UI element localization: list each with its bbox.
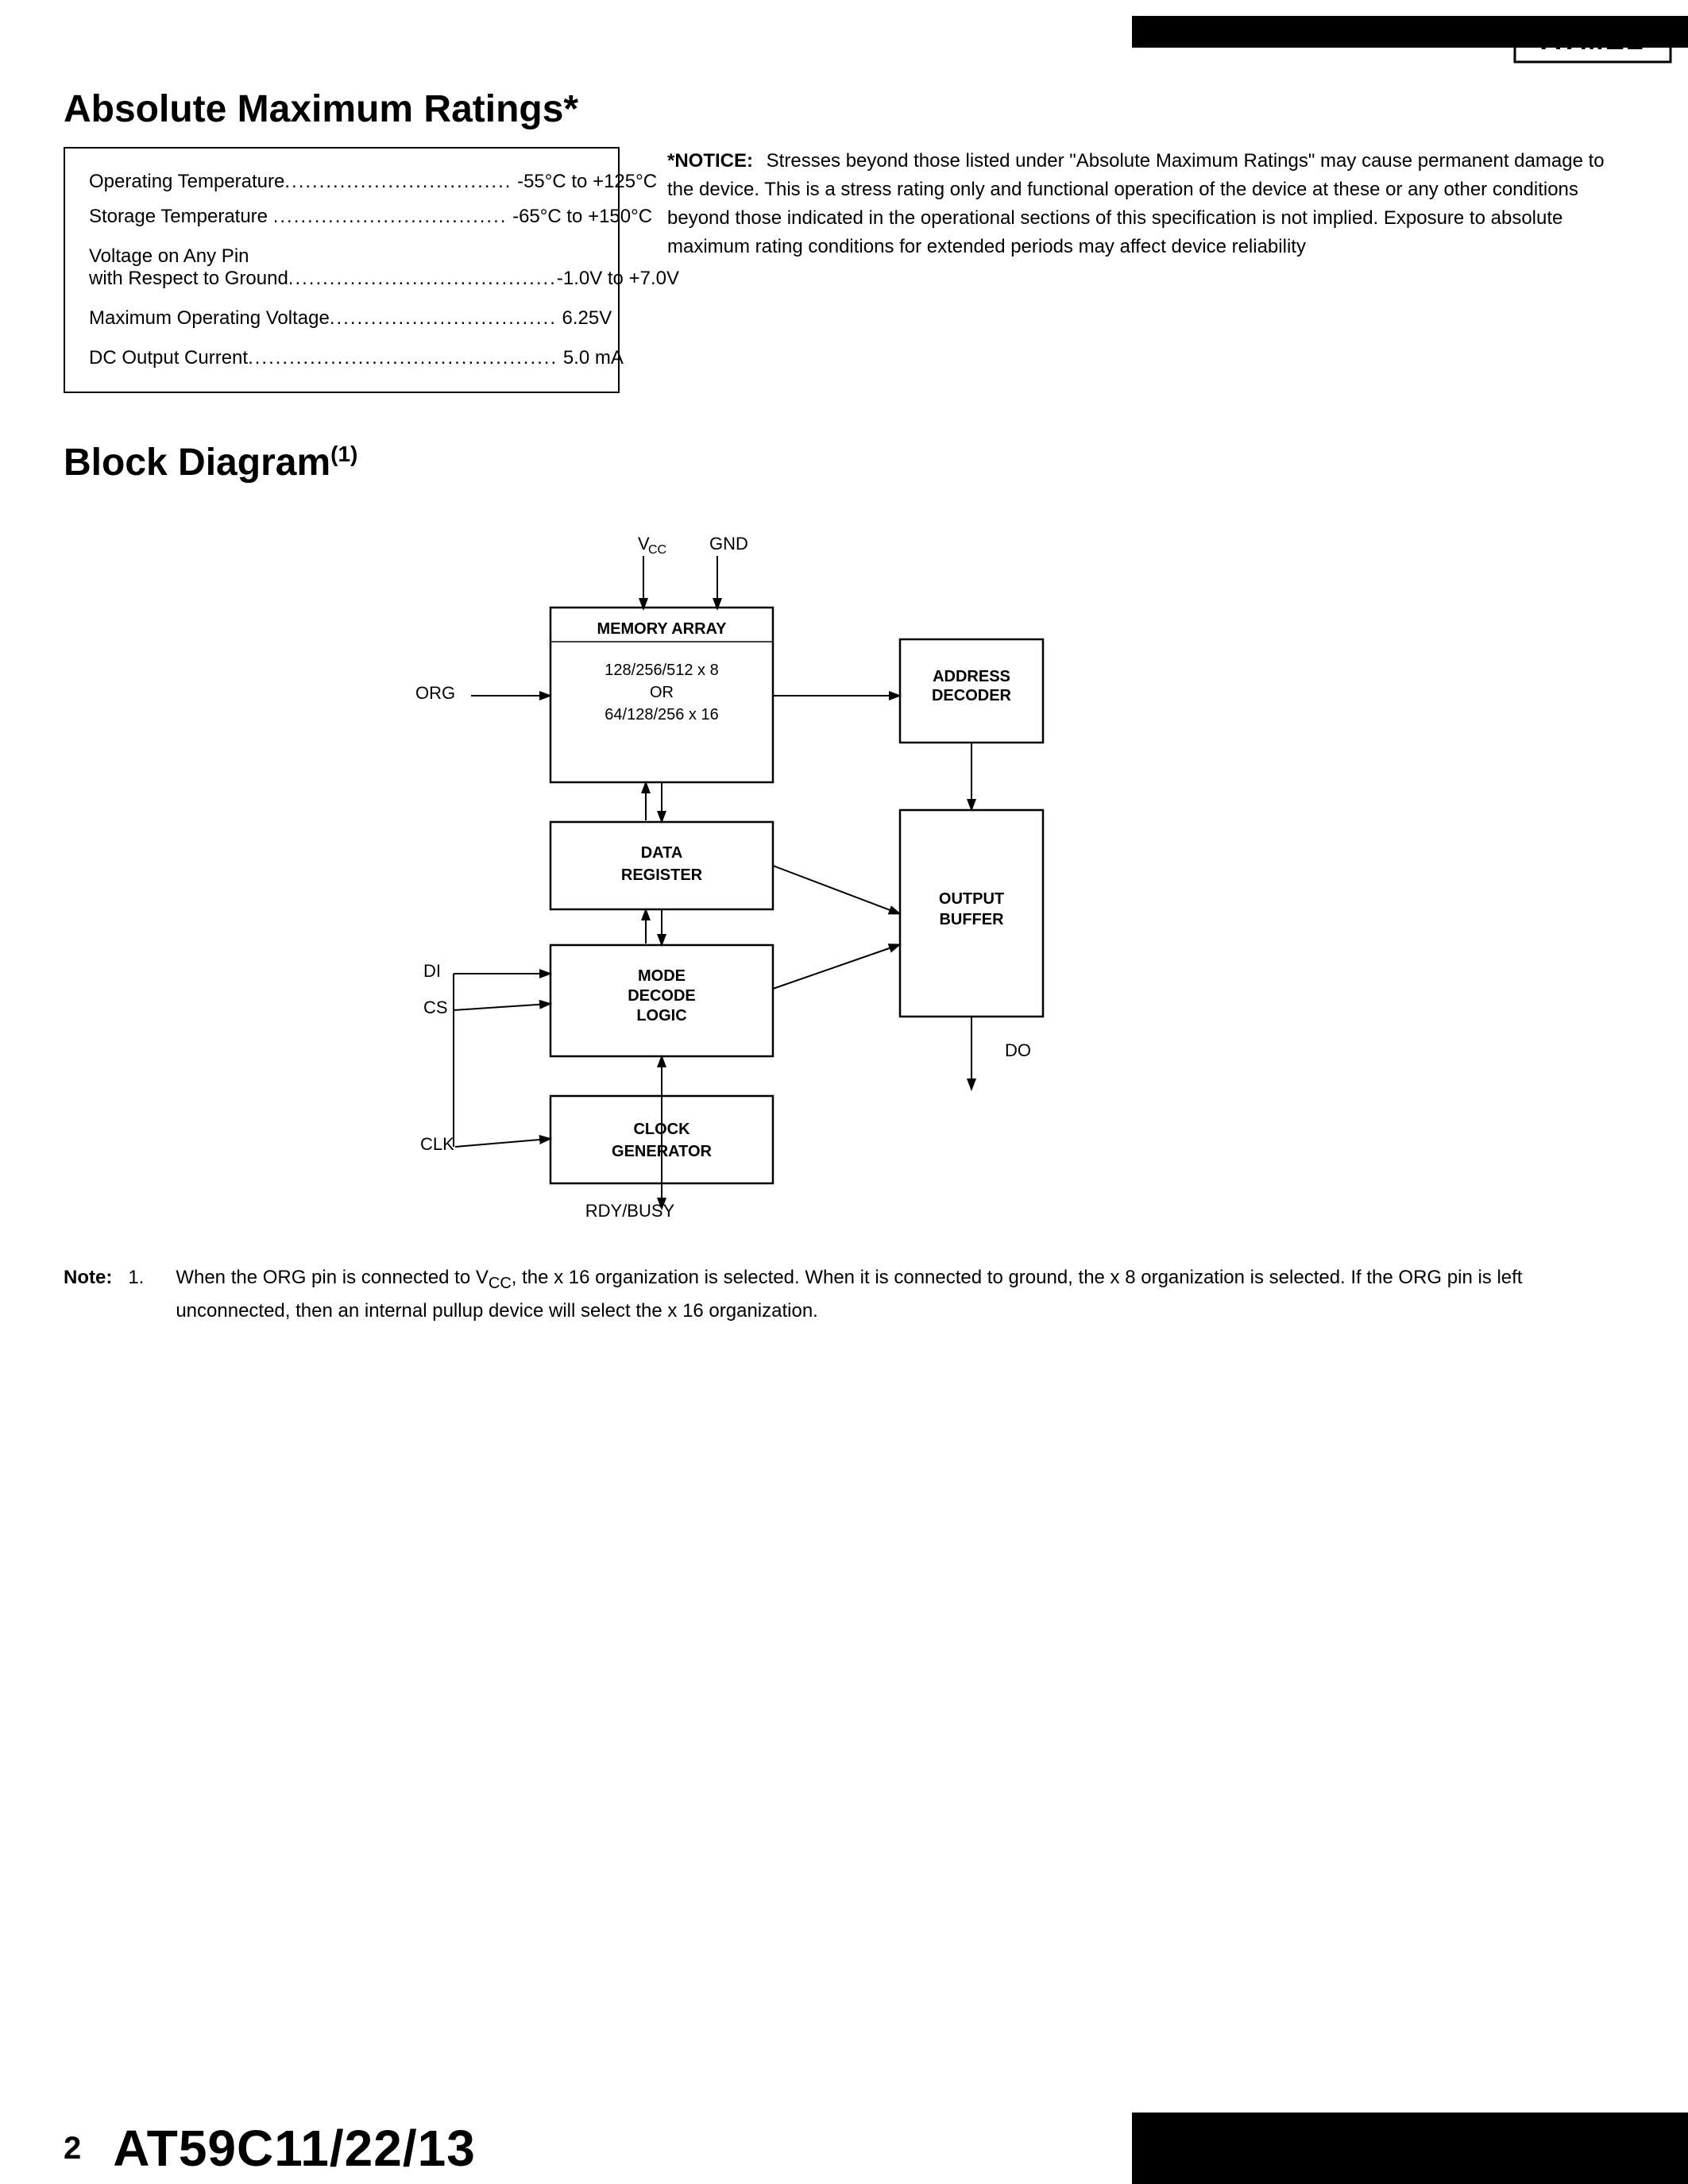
ratings-table: Operating Temperature...................… — [64, 147, 620, 393]
cs-label: CS — [423, 997, 448, 1017]
ratings-notice: *NOTICE: Stresses beyond those listed un… — [667, 147, 1624, 393]
output-buffer-label1: OUTPUT — [938, 890, 1003, 908]
ratings-row-1: Operating Temperature...................… — [89, 164, 594, 199]
main-content: Absolute Maximum Ratings* Operating Temp… — [64, 87, 1624, 1326]
notice-text: Stresses beyond those listed under "Abso… — [667, 150, 1605, 257]
ratings-label-3a: Voltage on Any Pin — [89, 245, 249, 267]
mode-decode-label1: MODE — [638, 967, 686, 985]
memory-or-label: OR — [650, 684, 674, 701]
note-text: When the ORG pin is connected to VCC, th… — [176, 1263, 1624, 1326]
ratings-value-5: 5.0 mA — [563, 347, 624, 369]
ratings-value-1: -55°C to +125°C — [517, 171, 657, 192]
abs-max-title: Absolute Maximum Ratings* — [64, 87, 1624, 131]
note-number: 1. — [128, 1263, 160, 1326]
ratings-layout: Operating Temperature...................… — [64, 147, 1624, 393]
block-diagram-label: Block Diagram — [64, 442, 330, 484]
address-decoder-label1: ADDRESS — [933, 668, 1010, 685]
ratings-value-3: -1.0V to +7.0V — [557, 268, 679, 289]
abs-max-section: Absolute Maximum Ratings* Operating Temp… — [64, 87, 1624, 393]
memory-org-label: 128/256/512 x 8 — [605, 662, 718, 679]
svg-text:CC: CC — [648, 543, 666, 557]
dots-2: .................................. — [273, 206, 508, 227]
memory-array-label: MEMORY ARRAY — [597, 620, 727, 638]
dots-4: ................................. — [330, 307, 557, 329]
block-diagram-section: Block Diagram(1) V CC GND — [64, 441, 1624, 1326]
block-diagram-title: Block Diagram(1) — [64, 441, 1624, 484]
ratings-row-3: Voltage on Any Pin with Respect to Groun… — [89, 234, 594, 296]
note-label: Note: — [64, 1263, 112, 1326]
footer-page: 2 — [64, 2131, 81, 2167]
dots-1: ................................. — [284, 171, 512, 192]
di-label: DI — [423, 961, 441, 981]
dots-3: ....................................... — [288, 268, 557, 289]
ratings-label-2: Storage Temperature — [89, 206, 268, 227]
mode-decode-label3: LOGIC — [636, 1007, 686, 1024]
ratings-value-4: 6.25V — [562, 307, 612, 329]
data-register-label1: DATA — [640, 844, 682, 862]
note-section: Note: 1. When the ORG pin is connected t… — [64, 1263, 1624, 1326]
address-decoder-label2: DECODER — [931, 687, 1011, 704]
ratings-label-4: Maximum Operating Voltage — [89, 307, 330, 329]
org-label: ORG — [415, 683, 455, 703]
block-diagram-svg: V CC GND MEMORY ARRAY 128/256/512 x 8 OR… — [249, 516, 1440, 1231]
gnd-label: GND — [709, 534, 748, 554]
output-buffer-label2: BUFFER — [939, 911, 1004, 928]
memory-org2-label: 64/128/256 x 16 — [605, 706, 718, 723]
ratings-row-2: Storage Temperature ....................… — [89, 199, 594, 234]
block-diagram-superscript: (1) — [330, 442, 357, 466]
ratings-value-2: -65°C to +150°C — [512, 206, 652, 227]
footer: 2 AT59C11/22/13 — [0, 2113, 1688, 2184]
do-label: DO — [1005, 1040, 1031, 1060]
mode-decode-label2: DECODE — [628, 987, 696, 1005]
ratings-row-5: DC Output Current.......................… — [89, 336, 594, 376]
header: ATMEL — [0, 0, 1688, 79]
footer-bar — [1132, 2113, 1688, 2184]
ratings-label-5: DC Output Current — [89, 347, 248, 369]
ratings-label-3b: with Respect to Ground — [89, 268, 288, 289]
clk-label: CLK — [420, 1134, 454, 1154]
footer-title: AT59C11/22/13 — [113, 2119, 476, 2178]
ratings-row-4: Maximum Operating Voltage...............… — [89, 296, 594, 336]
header-bar — [1132, 16, 1688, 48]
notice-label: *NOTICE: — [667, 150, 753, 172]
ratings-label-1: Operating Temperature — [89, 171, 284, 192]
diagram-container: V CC GND MEMORY ARRAY 128/256/512 x 8 OR… — [64, 516, 1624, 1231]
dots-5: ........................................… — [248, 347, 558, 369]
data-register-label2: REGISTER — [620, 866, 702, 884]
